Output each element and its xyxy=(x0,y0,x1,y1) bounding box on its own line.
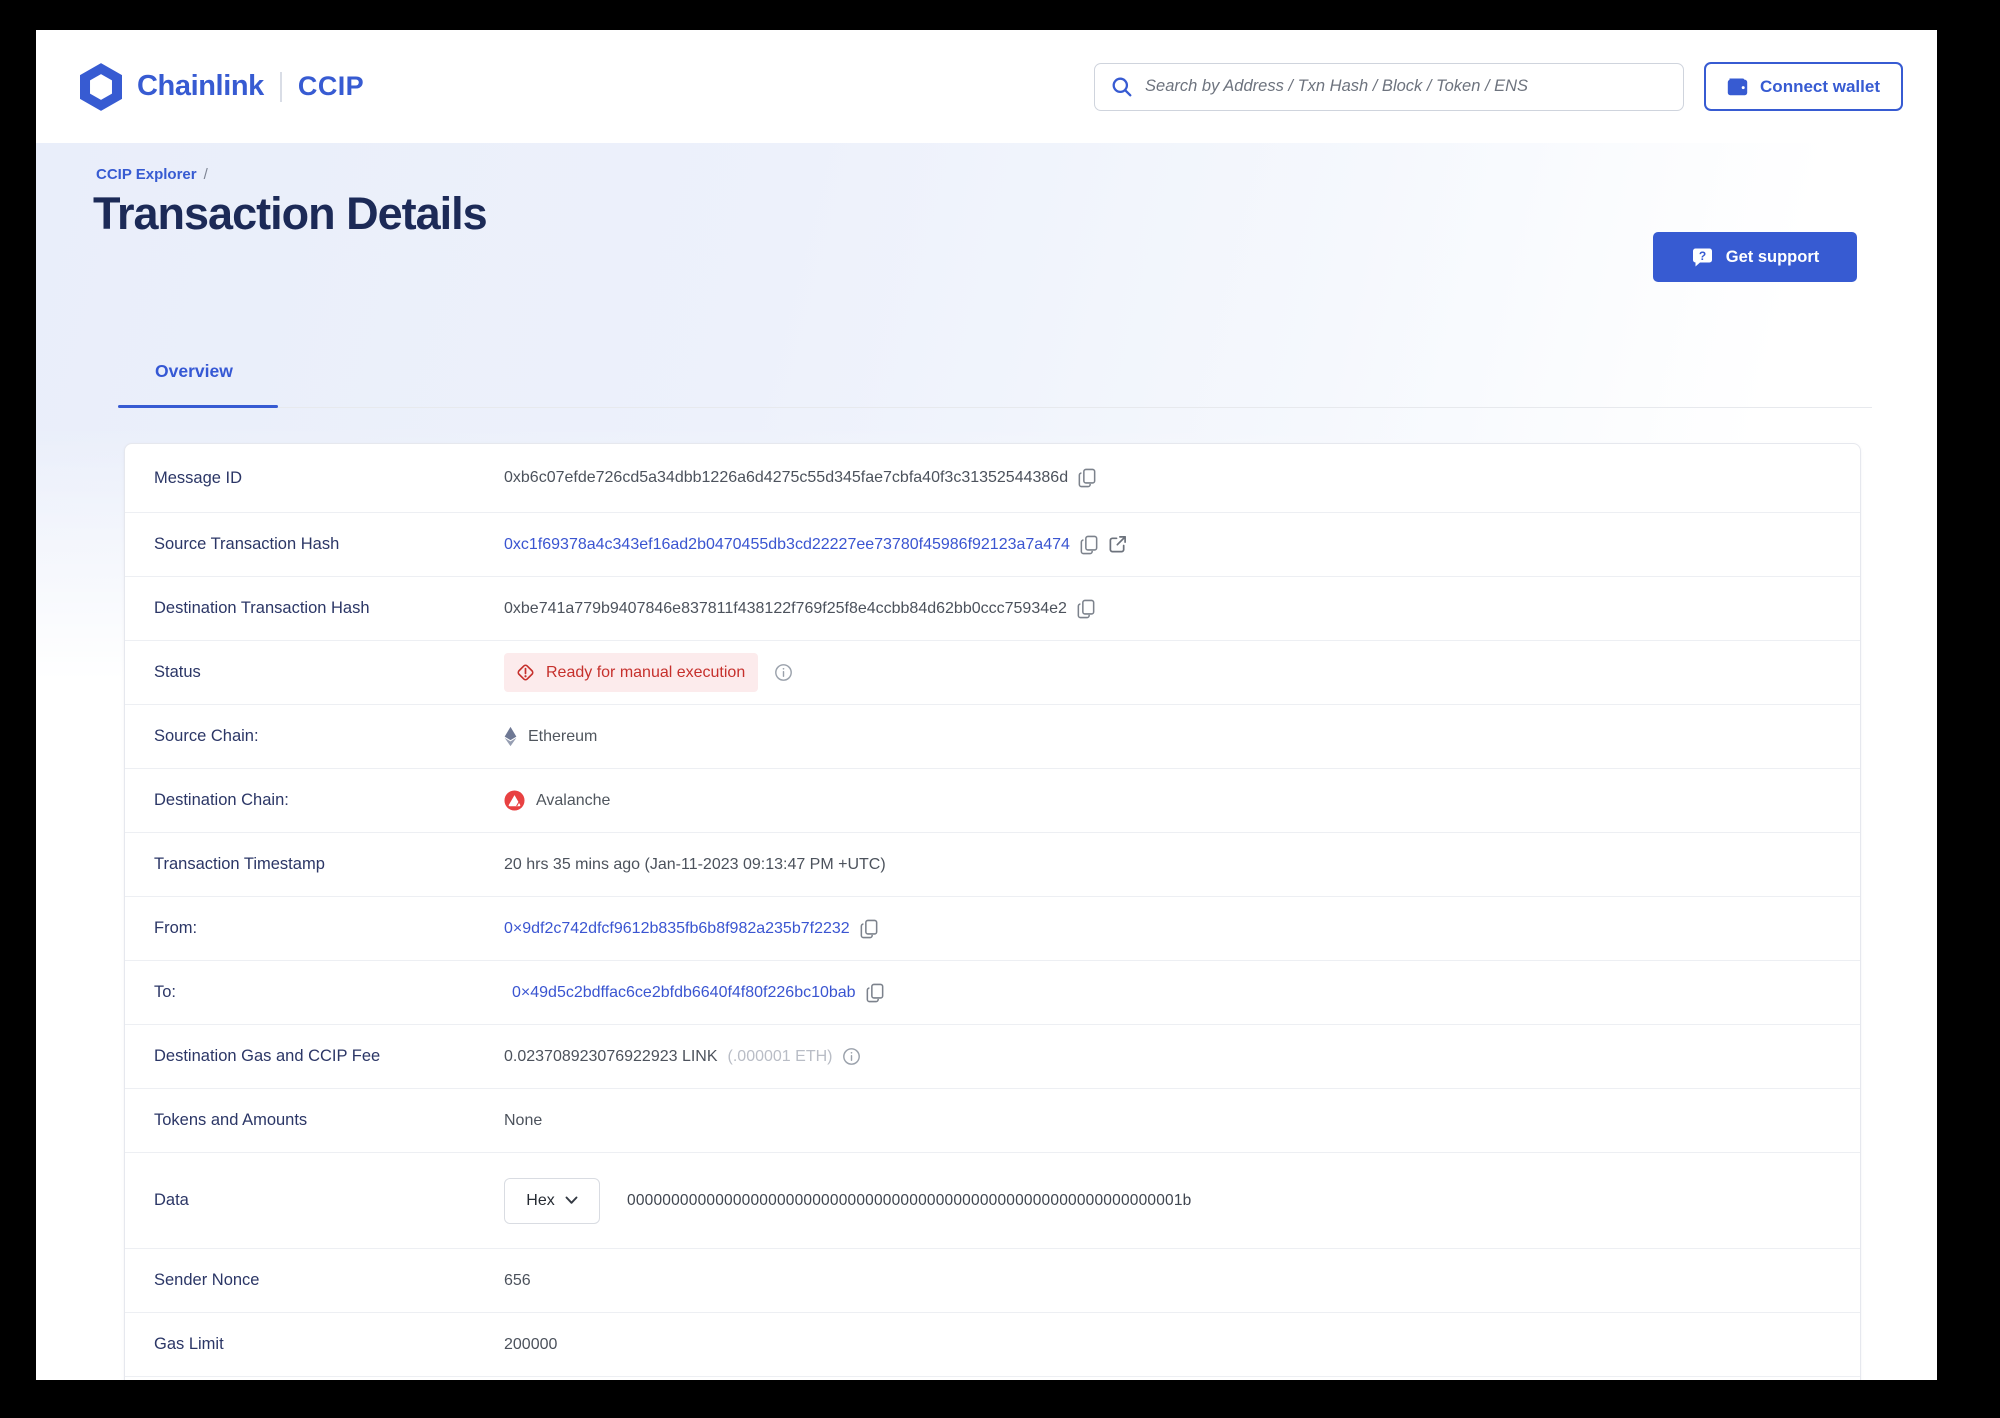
breadcrumb-link[interactable]: CCIP Explorer xyxy=(96,166,197,183)
dest-tx-hash-value: 0xbe741a779b9407846e837811f438122f769f25… xyxy=(504,599,1067,617)
copy-icon[interactable] xyxy=(866,983,884,1003)
row-status: Status Ready for manual execution xyxy=(125,641,1860,705)
tab-divider xyxy=(118,407,1872,408)
copy-icon[interactable] xyxy=(1078,468,1096,488)
breadcrumb[interactable]: CCIP Explorer / xyxy=(96,166,208,183)
avalanche-icon xyxy=(504,790,525,811)
to-address-link[interactable]: 0×49d5c2bdffac6ce2bfdb6640f4f80f226bc10b… xyxy=(512,984,856,1002)
tokens-value: None xyxy=(504,1111,543,1129)
row-label: Source Transaction Hash xyxy=(154,535,340,553)
row-label: Sender Nonce xyxy=(154,1271,260,1289)
row-label: From: xyxy=(154,919,198,937)
status-badge: Ready for manual execution xyxy=(504,653,759,692)
chevron-down-icon xyxy=(565,1196,578,1205)
get-support-label: Get support xyxy=(1725,247,1820,266)
row-label: Gas Limit xyxy=(154,1335,224,1353)
data-format-value: Hex xyxy=(526,1191,555,1209)
info-icon[interactable] xyxy=(842,1047,861,1066)
copy-icon[interactable] xyxy=(1080,535,1098,555)
row-label: Destination Chain: xyxy=(154,791,289,809)
tab-active-indicator xyxy=(118,405,278,408)
transaction-details-card: Message ID 0xb6c07efde726cd5a34dbb1226a6… xyxy=(124,443,1861,1380)
brand-product: CCIP xyxy=(297,71,365,101)
ethereum-icon xyxy=(504,726,517,747)
brand[interactable]: Chainlink CCIP xyxy=(80,62,365,111)
source-tx-hash-link[interactable]: 0xc1f69378a4c343ef16ad2b0470455db3cd2222… xyxy=(504,536,1070,554)
row-partial-cutoff xyxy=(125,1377,1860,1380)
fee-value: 0.023708923076922923 LINK xyxy=(504,1047,718,1065)
search-input[interactable] xyxy=(1145,77,1668,96)
row-dest-chain: Destination Chain: Avalanche xyxy=(125,769,1860,833)
breadcrumb-separator: / xyxy=(203,166,208,183)
tab-overview[interactable]: Overview xyxy=(155,361,233,382)
row-label: Data xyxy=(154,1191,189,1209)
chainlink-logo-icon xyxy=(80,62,122,111)
source-chain-name: Ethereum xyxy=(528,727,598,745)
dest-chain-name: Avalanche xyxy=(536,791,611,809)
row-label: To: xyxy=(154,983,177,1001)
brand-name: Chainlink xyxy=(137,70,264,102)
row-label: Status xyxy=(154,663,201,681)
message-id-value: 0xb6c07efde726cd5a34dbb1226a6d4275c55d34… xyxy=(504,469,1069,486)
row-timestamp: Transaction Timestamp 20 hrs 35 mins ago… xyxy=(125,833,1860,897)
timestamp-value: 20 hrs 35 mins ago (Jan-11-2023 09:13:47… xyxy=(504,855,886,873)
row-gas-limit: Gas Limit 200000 xyxy=(125,1313,1860,1377)
browser-viewport: Chainlink CCIP Connect wallet xyxy=(36,30,1937,1380)
status-text: Ready for manual execution xyxy=(546,663,746,681)
row-tokens: Tokens and Amounts None xyxy=(125,1089,1860,1153)
row-to: To: 0×49d5c2bdffac6ce2bfdb6640f4f80f226b… xyxy=(125,961,1860,1025)
from-address-link[interactable]: 0×9df2c742dfcf9612b835fb6b8f982a235b7f22… xyxy=(504,920,850,938)
row-fee: Destination Gas and CCIP Fee 0.023708923… xyxy=(125,1025,1860,1089)
row-source-chain: Source Chain: Ethereum xyxy=(125,705,1860,769)
data-hex-value: 0000000000000000000000000000000000000000… xyxy=(627,1191,1192,1209)
search-icon xyxy=(1111,76,1133,98)
search-bar[interactable] xyxy=(1094,62,1685,111)
header: Chainlink CCIP Connect wallet xyxy=(36,30,1937,143)
row-source-tx-hash: Source Transaction Hash 0xc1f69378a4c343… xyxy=(125,513,1860,577)
row-data: Data Hex 0000000000000000000000000000000… xyxy=(125,1153,1860,1249)
fee-eth-equivalent: (.000001 ETH) xyxy=(727,1047,833,1065)
row-from: From: 0×9df2c742dfcf9612b835fb6b8f982a23… xyxy=(125,897,1860,961)
row-label: Transaction Timestamp xyxy=(154,855,325,873)
external-link-icon[interactable] xyxy=(1108,535,1127,554)
row-label: Message ID xyxy=(154,468,243,487)
copy-icon[interactable] xyxy=(1077,599,1095,619)
row-message-id: Message ID 0xb6c07efde726cd5a34dbb1226a6… xyxy=(125,444,1860,513)
brand-divider xyxy=(279,71,282,102)
row-label: Destination Gas and CCIP Fee xyxy=(154,1047,381,1065)
svg-text:?: ? xyxy=(1699,248,1706,262)
chat-question-icon: ? xyxy=(1691,246,1714,269)
connect-wallet-label: Connect wallet xyxy=(1760,76,1880,96)
row-label: Tokens and Amounts xyxy=(154,1111,308,1129)
copy-icon[interactable] xyxy=(860,919,878,939)
wallet-icon xyxy=(1727,77,1748,96)
row-label: Source Chain: xyxy=(154,727,259,745)
page-title: Transaction Details xyxy=(93,188,488,239)
row-sender-nonce: Sender Nonce 656 xyxy=(125,1249,1860,1313)
alert-diamond-icon xyxy=(515,662,536,683)
row-dest-tx-hash: Destination Transaction Hash 0xbe741a779… xyxy=(125,577,1860,641)
sender-nonce-value: 656 xyxy=(504,1271,531,1289)
data-format-dropdown[interactable]: Hex xyxy=(504,1177,600,1224)
get-support-button[interactable]: ? Get support xyxy=(1653,232,1857,282)
gas-limit-value: 200000 xyxy=(504,1335,558,1353)
row-label: Destination Transaction Hash xyxy=(154,599,370,617)
info-icon[interactable] xyxy=(774,663,793,682)
connect-wallet-button[interactable]: Connect wallet xyxy=(1704,62,1903,111)
